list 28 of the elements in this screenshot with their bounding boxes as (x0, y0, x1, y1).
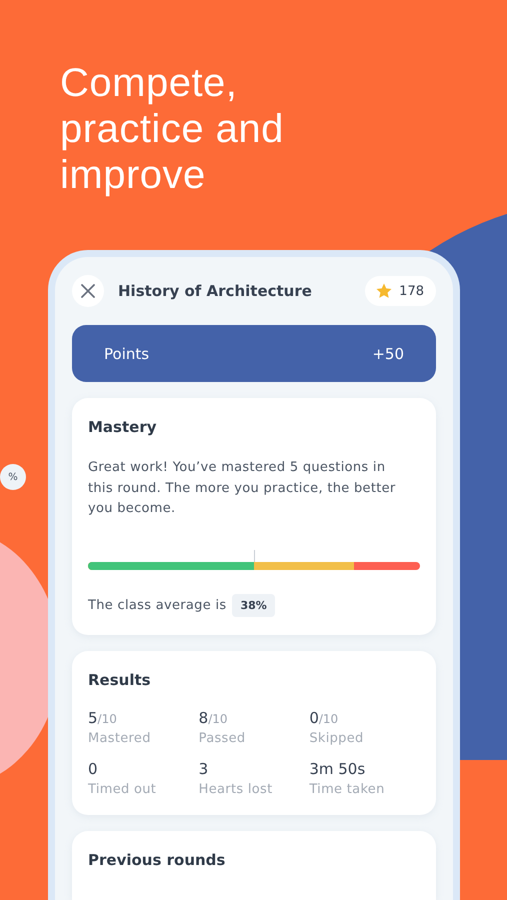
card-title: Previous rounds (88, 850, 226, 868)
stat-label: Mastered (88, 730, 152, 746)
close-button[interactable] (72, 275, 104, 307)
average-label: The class average is (88, 598, 226, 612)
quiz-title: History of Architecture (118, 282, 313, 300)
stat-label: Time taken (309, 782, 386, 796)
stat-value: 3m 50s (309, 760, 366, 778)
percent-chip: % (0, 464, 26, 490)
stat-value: 0/10 (309, 708, 340, 726)
stat-label: Hearts lost (198, 782, 274, 796)
mastery-text: Great work! You’ve mastered 5 questions in this round. The more you practice, the better you become. (88, 459, 397, 518)
points-value: +50 (372, 344, 404, 362)
stat-label: Skipped (309, 730, 365, 746)
average-value: 38% (232, 594, 275, 616)
stat-label: Passed (198, 730, 246, 746)
marker-tick (254, 550, 255, 562)
points-label: Points (104, 344, 150, 362)
stat-label: Timed out (88, 782, 158, 796)
close-icon (81, 284, 95, 298)
stat-value: 3 (198, 760, 210, 778)
headline: Compete, practice and improve (60, 60, 285, 198)
stat-value: 5/10 (88, 708, 118, 726)
stat-value: 0 (88, 760, 99, 778)
star-icon (375, 282, 394, 300)
card-title: Results (88, 670, 152, 688)
stat-value: 8/10 (198, 708, 229, 726)
card-title: Mastery (88, 418, 158, 436)
star-count: 178 (399, 284, 424, 298)
